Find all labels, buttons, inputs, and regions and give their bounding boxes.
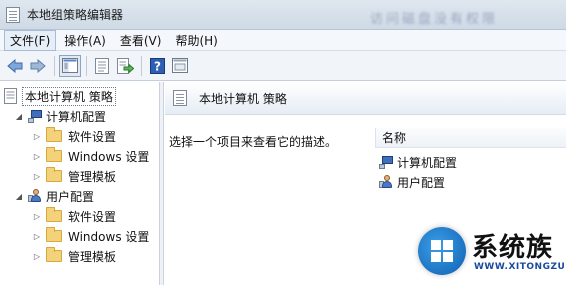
expand-arrow-icon[interactable]: ▷	[32, 231, 42, 241]
tree-item-local-computer-policy[interactable]: 本地计算机 策略	[4, 86, 116, 106]
properties-button[interactable]	[91, 55, 113, 77]
details-title: 本地计算机 策略	[199, 91, 287, 106]
folder-icon	[46, 167, 62, 182]
column-header-name[interactable]: 名称	[375, 128, 566, 148]
console-tree: 本地计算机 策略 ◢ 计算机配置 ▷ 软件设置 ▷ Windows 设置 ▷ 管…	[0, 82, 160, 285]
expand-arrow-icon[interactable]: ▷	[32, 151, 42, 161]
expand-arrow-icon[interactable]: ▷	[32, 171, 42, 181]
folder-icon	[46, 227, 62, 242]
pane-splitter[interactable]	[160, 82, 164, 285]
help-button[interactable]: ?	[146, 55, 168, 77]
export-icon	[116, 57, 134, 74]
watermark-name: 系统族	[472, 233, 554, 263]
show-console-icon	[172, 58, 188, 73]
show-console-button[interactable]	[169, 55, 191, 77]
tree-item-computer-admin-templates[interactable]: ▷ 管理模板	[32, 166, 116, 186]
expand-arrow-icon[interactable]: ▷	[32, 251, 42, 261]
menu-bar: 文件(F) 操作(A) 查看(V) 帮助(H)	[0, 29, 566, 51]
user-icon	[28, 189, 43, 203]
policy-document-icon	[173, 90, 187, 106]
folder-icon	[46, 147, 62, 162]
tree-item-user-admin-templates[interactable]: ▷ 管理模板	[32, 246, 116, 266]
expand-arrow-icon[interactable]: ▷	[32, 211, 42, 221]
tree-item-label: 软件设置	[68, 209, 117, 224]
list-item-label: 计算机配置	[397, 155, 458, 170]
toolbar: ?	[0, 51, 566, 81]
tree-item-label: 用户配置	[46, 189, 95, 204]
folder-icon	[46, 247, 62, 262]
forward-button[interactable]	[27, 55, 49, 77]
toolbar-separator	[54, 55, 55, 76]
tree-item-label: 管理模板	[68, 249, 117, 264]
folder-icon	[46, 207, 62, 222]
menu-view[interactable]: 查看(V)	[114, 30, 168, 51]
tree-item-computer-config[interactable]: ◢ 计算机配置	[14, 106, 106, 126]
collapse-arrow-icon[interactable]: ◢	[14, 191, 24, 201]
tree-item-user-config[interactable]: ◢ 用户配置	[14, 186, 94, 206]
item-description: 选择一个项目来查看它的描述。	[169, 135, 338, 149]
window-title: 本地组策略编辑器	[27, 8, 124, 22]
menu-action[interactable]: 操作(A)	[58, 30, 112, 51]
svg-text:?: ?	[154, 59, 161, 73]
tree-item-label: 计算机配置	[46, 109, 107, 124]
toolbar-separator	[86, 55, 87, 76]
folder-icon	[46, 127, 62, 142]
column-header-label: 名称	[382, 131, 407, 145]
list-item-label: 用户配置	[397, 175, 446, 190]
properties-icon	[95, 57, 109, 74]
forward-icon	[30, 58, 46, 73]
user-icon	[379, 175, 394, 189]
tree-item-computer-windows-settings[interactable]: ▷ Windows 设置	[32, 146, 149, 166]
watermark-url: WWW.XITONGZU.COM	[474, 262, 566, 272]
help-icon: ?	[149, 57, 165, 74]
toolbar-separator	[141, 55, 142, 76]
details-header: 本地计算机 策略	[165, 82, 566, 115]
computer-icon	[379, 155, 394, 169]
back-icon	[7, 58, 23, 73]
tree-item-user-windows-settings[interactable]: ▷ Windows 设置	[32, 226, 149, 246]
tree-item-computer-software-settings[interactable]: ▷ 软件设置	[32, 126, 116, 146]
expand-arrow-icon[interactable]: ▷	[32, 131, 42, 141]
blurred-title-text: 访问磁盘没有权限	[370, 12, 499, 24]
collapse-arrow-icon[interactable]: ◢	[14, 111, 24, 121]
tree-item-label: Windows 设置	[68, 229, 150, 244]
tree-item-label: Windows 设置	[68, 149, 150, 164]
app-document-icon	[6, 6, 20, 23]
site-watermark: 系统族 WWW.XITONGZU.COM	[412, 217, 566, 285]
list-item-computer-config[interactable]: 计算机配置	[379, 152, 457, 172]
show-hide-tree-button[interactable]	[59, 54, 81, 77]
back-button[interactable]	[4, 55, 26, 77]
export-list-button[interactable]	[114, 55, 136, 77]
tree-item-label: 本地计算机 策略	[22, 86, 116, 106]
list-item-user-config[interactable]: 用户配置	[379, 172, 445, 192]
show-tree-icon	[62, 58, 78, 73]
menu-file[interactable]: 文件(F)	[4, 29, 57, 51]
policy-document-icon	[4, 88, 17, 104]
computer-icon	[28, 109, 43, 123]
tree-item-label: 管理模板	[68, 169, 117, 184]
tree-item-user-software-settings[interactable]: ▷ 软件设置	[32, 206, 116, 226]
menu-help[interactable]: 帮助(H)	[169, 30, 223, 51]
title-bar: 本地组策略编辑器 访问磁盘没有权限	[0, 0, 566, 30]
tree-item-label: 软件设置	[68, 129, 117, 144]
windows-logo-icon	[418, 227, 466, 275]
